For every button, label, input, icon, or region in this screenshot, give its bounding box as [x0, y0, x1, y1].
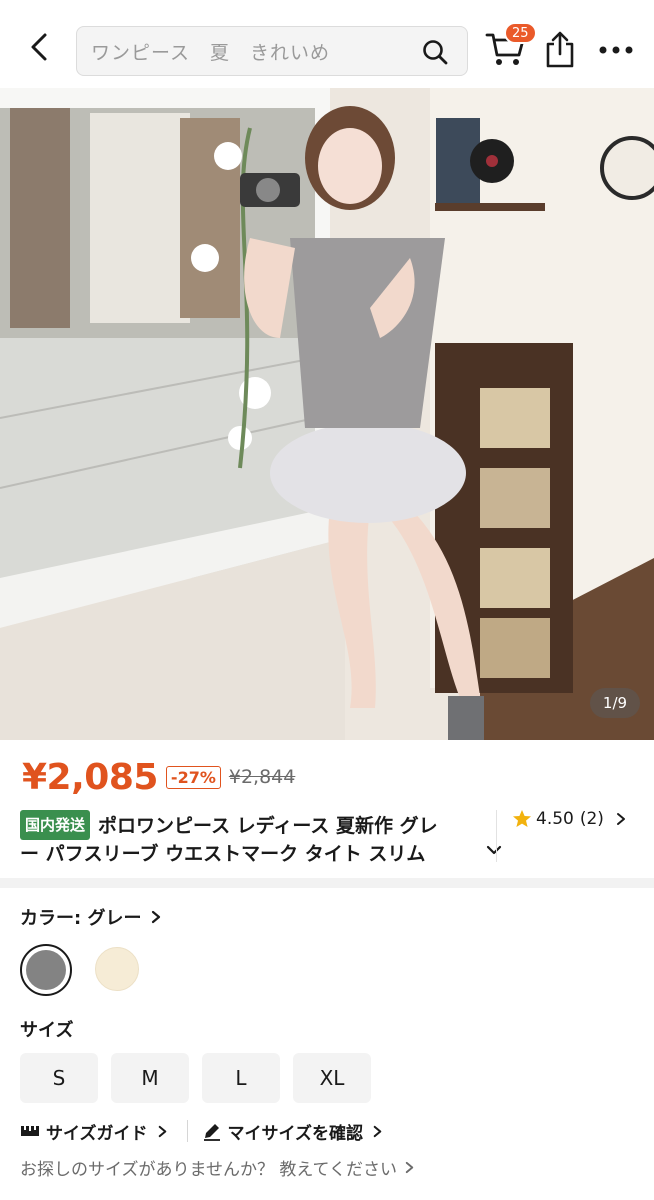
size-request-text: お探しのサイズがありませんか？ 教えてください: [20, 1159, 398, 1180]
image-counter: 1/9: [590, 688, 640, 718]
size-guide-text: サイズガイド: [46, 1123, 148, 1144]
search-placeholder: ワンピース 夏 きれいめ: [91, 41, 331, 64]
color-swatch-grey[interactable]: [20, 944, 72, 996]
product-title-line-2: ー パフスリーブ ウエストマーク タイト スリム: [20, 840, 464, 868]
star-icon: [513, 810, 531, 827]
title-text-1: ポロワンピース レディース 夏新作 グレ: [98, 815, 438, 837]
chevron-down-icon[interactable]: [484, 840, 504, 860]
pencil-icon: [203, 1124, 220, 1141]
product-title-line-1: 国内発送 ポロワンピース レディース 夏新作 グレ: [20, 810, 490, 840]
divider: [186, 1120, 188, 1142]
review-count: (2): [579, 809, 604, 829]
discount-badge: -27%: [165, 765, 221, 789]
back-button[interactable]: [22, 30, 56, 64]
size-links: サイズガイド マイサイズを確認: [20, 1118, 384, 1144]
size-option-xl[interactable]: XL: [293, 1053, 371, 1103]
chevron-right-icon: [158, 1125, 166, 1137]
divider: [496, 810, 497, 862]
product-title[interactable]: 国内発送 ポロワンピース レディース 夏新作 グレ ー パフスリーブ ウエストマー…: [20, 810, 502, 868]
search-input[interactable]: ワンピース 夏 きれいめ: [76, 26, 468, 76]
search-icon[interactable]: [421, 38, 449, 66]
cart-count-badge: 25: [504, 22, 537, 44]
domestic-shipping-badge: 国内発送: [20, 810, 91, 840]
rating-value: 4.50: [536, 809, 574, 829]
rating-summary[interactable]: 4.50 (2): [512, 806, 628, 832]
size-option-l[interactable]: L: [202, 1053, 280, 1103]
product-image[interactable]: 1/9: [0, 88, 654, 740]
chevron-right-icon: [405, 1161, 414, 1173]
size-label: サイズ: [20, 1020, 74, 1041]
color-swatch-cream[interactable]: [95, 947, 139, 991]
color-label-text: カラー: グレー: [20, 908, 142, 929]
chevron-left-icon: [31, 33, 47, 61]
my-size-text: マイサイズを確認: [227, 1123, 364, 1144]
size-option-s[interactable]: S: [20, 1053, 98, 1103]
grey-swatch-fill: [26, 950, 66, 990]
section-divider: [0, 878, 654, 888]
price-row: ¥2,085 -27% ¥2,844: [22, 752, 295, 802]
size-guide-link[interactable]: サイズガイド: [20, 1119, 169, 1144]
ruler-icon: [21, 1126, 39, 1136]
size-request-link[interactable]: お探しのサイズがありませんか？ 教えてください: [20, 1154, 416, 1180]
chevron-right-icon: [616, 813, 625, 825]
chevron-right-icon: [373, 1125, 382, 1137]
more-options-icon[interactable]: [596, 36, 636, 64]
color-selector-label[interactable]: カラー: グレー: [20, 904, 163, 930]
title-text-2: ー パフスリーブ ウエストマーク タイト スリム: [20, 843, 426, 865]
top-bar: ワンピース 夏 きれいめ 25: [0, 0, 654, 88]
current-price: ¥2,085: [22, 756, 158, 798]
original-price: ¥2,844: [228, 766, 296, 788]
product-photo: [0, 88, 654, 740]
size-option-m[interactable]: M: [111, 1053, 189, 1103]
chevron-right-icon: [152, 910, 161, 924]
my-size-link[interactable]: マイサイズを確認: [202, 1119, 385, 1144]
share-icon[interactable]: [542, 30, 578, 70]
